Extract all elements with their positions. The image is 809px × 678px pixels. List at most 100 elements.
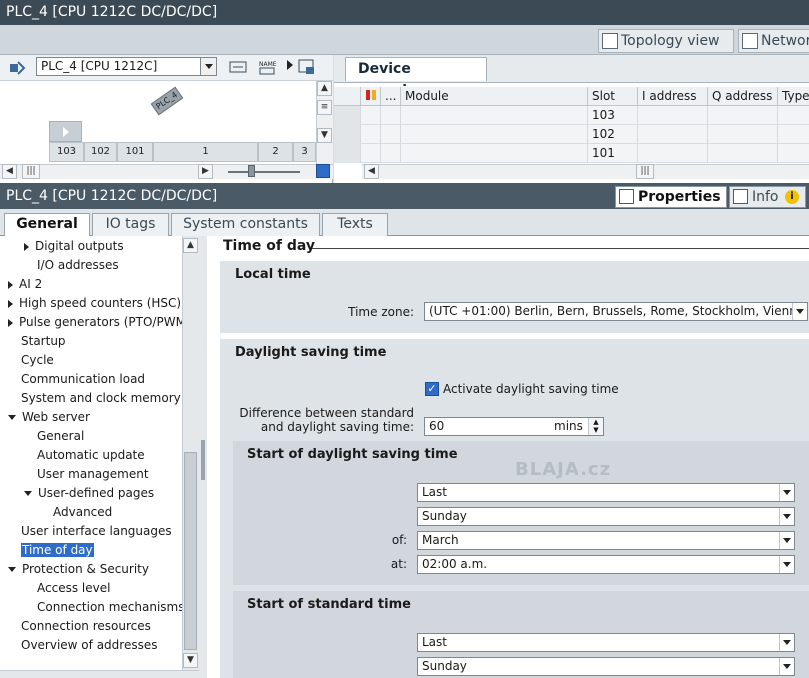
- col-header-q-address: Q address: [708, 87, 778, 106]
- rack-slot-102[interactable]: 102: [84, 142, 117, 162]
- name-tool-icon[interactable]: NAME: [258, 58, 277, 76]
- tree-item[interactable]: AI 2: [8, 275, 42, 294]
- rack-slot-1[interactable]: 1: [153, 142, 258, 162]
- scroll-thumb[interactable]: ≡: [317, 100, 332, 115]
- tree-item[interactable]: Web server: [8, 408, 90, 427]
- dst-difference-stepper[interactable]: 60 mins ▲ ▼: [424, 417, 604, 436]
- chevron-right-icon[interactable]: [24, 242, 29, 251]
- tree-item[interactable]: Communication load: [21, 370, 145, 389]
- tree-item[interactable]: Advanced: [53, 503, 112, 522]
- tree-item-label: System and clock memory: [21, 391, 181, 405]
- tree-item-label: Connection resources: [21, 619, 151, 633]
- tab-texts[interactable]: Texts: [322, 213, 388, 236]
- scroll-right-icon[interactable]: ▶: [198, 164, 213, 179]
- rack-slot-3[interactable]: 3: [293, 142, 316, 162]
- chevron-down-icon[interactable]: [8, 415, 16, 420]
- topology-view-button[interactable]: Topology view: [598, 29, 734, 53]
- table-row[interactable]: 103: [334, 106, 809, 125]
- tree-item[interactable]: I/O addresses: [37, 256, 119, 275]
- col-header-more: ...: [381, 87, 401, 106]
- rack-slot-2[interactable]: 2: [258, 142, 293, 162]
- tree-item-label: User interface languages: [21, 524, 172, 538]
- start-dst-month-select[interactable]: March: [417, 531, 795, 550]
- chevron-right-icon[interactable]: [8, 318, 13, 327]
- start-dst-time-select[interactable]: 02:00 a.m.: [417, 555, 795, 574]
- scroll-down-icon[interactable]: ▼: [317, 128, 332, 143]
- tree-scroll-thumb[interactable]: [184, 452, 197, 650]
- hscroll-thumb[interactable]: |||: [22, 164, 40, 179]
- tree-item[interactable]: Connection mechanisms: [37, 598, 184, 617]
- tree-item[interactable]: Protection & Security: [8, 560, 149, 579]
- zoom-tool-icon[interactable]: [298, 58, 316, 76]
- scroll-left-icon[interactable]: ◀: [364, 164, 379, 179]
- activate-dst-checkbox[interactable]: ✓: [425, 382, 439, 396]
- chevron-down-icon[interactable]: [24, 491, 32, 496]
- tree-hscroll[interactable]: [0, 670, 199, 678]
- tree-item[interactable]: General: [37, 427, 84, 446]
- tab-general[interactable]: General: [4, 213, 90, 237]
- tree-item[interactable]: Time of day: [21, 541, 94, 560]
- tree-item[interactable]: Automatic update: [37, 446, 145, 465]
- diff-label-line2: and daylight saving time:: [260, 420, 414, 434]
- start-dst-day-select[interactable]: Sunday: [417, 507, 795, 526]
- chevron-right-icon[interactable]: [8, 299, 13, 308]
- zoom-slider-handle[interactable]: [248, 165, 255, 177]
- table-row[interactable]: 102: [334, 125, 809, 144]
- rack-slot-expander[interactable]: [49, 121, 82, 142]
- chevron-right-icon[interactable]: [8, 280, 13, 289]
- tab-io-tags[interactable]: IO tags: [92, 213, 169, 236]
- row-slot: 103: [588, 106, 638, 125]
- tree-item[interactable]: Digital outputs: [24, 237, 124, 256]
- rack-tool-icon[interactable]: [229, 58, 247, 76]
- scroll-down-icon[interactable]: ▼: [183, 653, 198, 668]
- zoom-slider-track[interactable]: [228, 171, 300, 173]
- rack-slot-101[interactable]: 101: [117, 142, 153, 162]
- device-select[interactable]: PLC_4 [CPU 1212C]: [36, 57, 217, 76]
- device-tool-icon[interactable]: [8, 58, 26, 76]
- fit-view-icon[interactable]: [316, 164, 330, 178]
- tree-item-label: Pulse generators (PTO/PWM): [19, 315, 191, 329]
- tab-system-constants[interactable]: System constants: [171, 213, 320, 236]
- tree-item-label: Protection & Security: [22, 562, 149, 576]
- start-std-week-select[interactable]: Last: [417, 633, 795, 652]
- tree-item[interactable]: Startup: [21, 332, 66, 351]
- tree-item-label: AI 2: [19, 277, 43, 291]
- tree-item[interactable]: User-defined pages: [24, 484, 154, 503]
- tree-item[interactable]: Connection resources: [21, 617, 151, 636]
- tree-item[interactable]: Overview of addresses: [21, 636, 157, 655]
- scroll-up-icon[interactable]: ▲: [183, 238, 198, 253]
- device-overview-header: ... Module Slot I address Q address Type: [334, 87, 809, 106]
- tab-device-overview[interactable]: Device overview: [345, 57, 487, 99]
- tree-item[interactable]: User management: [37, 465, 149, 484]
- tree-item-label: Web server: [22, 410, 90, 424]
- chevron-down-icon[interactable]: [8, 567, 16, 572]
- hscroll-thumb[interactable]: |||: [636, 164, 654, 179]
- table-row[interactable]: 101: [334, 144, 809, 163]
- tree-item[interactable]: Pulse generators (PTO/PWM): [8, 313, 191, 332]
- tab-properties[interactable]: Properties: [615, 186, 727, 208]
- network-view-button[interactable]: Network: [738, 29, 809, 53]
- col-header-module: Module: [401, 87, 588, 106]
- scroll-left-icon[interactable]: ◀: [2, 164, 17, 179]
- chevron-down-icon: [779, 658, 794, 675]
- splitter-grip[interactable]: [201, 440, 205, 480]
- rack-slot-103[interactable]: 103: [49, 142, 84, 162]
- tree-item-label: User management: [37, 467, 149, 481]
- tree-item[interactable]: Cycle: [21, 351, 54, 370]
- tree-item[interactable]: Access level: [37, 579, 110, 598]
- tree-item[interactable]: User interface languages: [21, 522, 172, 541]
- tree-item[interactable]: High speed counters (HSC): [8, 294, 181, 313]
- play-icon[interactable]: [287, 60, 293, 70]
- overview-hscroll[interactable]: [362, 164, 809, 179]
- start-std-day-select[interactable]: Sunday: [417, 657, 795, 676]
- info-panel-icon: [733, 189, 748, 204]
- stepper-arrows-icon[interactable]: ▲ ▼: [588, 418, 603, 435]
- row-slot: 102: [588, 125, 638, 144]
- start-dst-week-select[interactable]: Last: [417, 483, 795, 502]
- scroll-up-icon[interactable]: ▲: [317, 81, 332, 96]
- time-zone-select[interactable]: (UTC +01:00) Berlin, Bern, Brussels, Rom…: [424, 302, 808, 321]
- tree-item[interactable]: System and clock memory: [21, 389, 181, 408]
- tab-info[interactable]: Info i: [729, 186, 806, 208]
- row-slot: 101: [588, 144, 638, 163]
- tree-item-label: Communication load: [21, 372, 146, 386]
